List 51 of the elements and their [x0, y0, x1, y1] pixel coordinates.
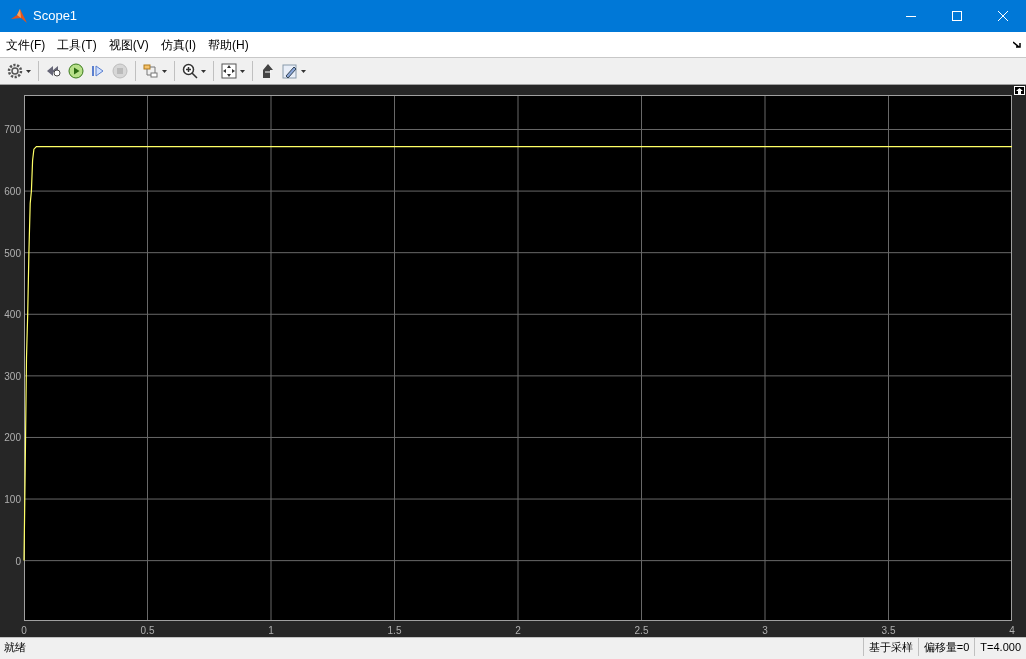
x-tick-label: 3.5	[881, 625, 896, 636]
style-pencil-icon	[282, 63, 298, 79]
stop-icon	[112, 63, 128, 79]
caret-icon	[26, 69, 31, 73]
x-tick-label: 2	[515, 625, 521, 636]
gear-icon	[7, 63, 23, 79]
close-icon	[998, 11, 1008, 21]
caret-icon	[301, 69, 306, 73]
caret-icon	[240, 69, 245, 73]
x-tick-label: 3	[762, 625, 768, 636]
window-title: Scope1	[33, 7, 78, 26]
y-tick-label: 200	[4, 432, 21, 444]
fit-button[interactable]	[218, 60, 248, 82]
y-tick-label: 500	[4, 247, 21, 259]
maximize-icon	[952, 11, 962, 21]
x-tick-label: 1	[268, 625, 274, 636]
x-tick-label: 1.5	[387, 625, 402, 636]
x-tick-label: 0.5	[140, 625, 155, 636]
run-icon	[68, 63, 84, 79]
up-arrow-icon	[1016, 87, 1023, 94]
rewind-icon	[46, 63, 62, 79]
menu-item[interactable]: 文件(F)	[1, 35, 51, 54]
y-tick-label: 600	[4, 186, 21, 198]
fit-to-view-icon	[221, 63, 237, 79]
menu-item[interactable]: 仿真(I)	[155, 35, 201, 54]
menu-item[interactable]: 帮助(H)	[203, 35, 254, 54]
y-tick-label: 400	[4, 309, 21, 321]
status-field: 偏移量=0	[917, 638, 975, 656]
undock-button[interactable]	[1014, 86, 1025, 95]
x-tick-label: 0	[21, 625, 27, 636]
zoom-in-icon	[182, 63, 198, 79]
caret-icon	[201, 69, 206, 73]
menu-item[interactable]: 工具(T)	[52, 35, 102, 54]
x-tick-label: 4	[1009, 625, 1015, 636]
cursor-icon	[260, 63, 276, 79]
menu-item[interactable]: 视图(V)	[103, 35, 154, 54]
status-message: 就绪	[4, 639, 26, 655]
y-tick-label: 100	[4, 494, 21, 506]
status-field: T=4.000	[974, 638, 1026, 656]
app-icon	[11, 9, 27, 23]
y-tick-label: 0	[15, 555, 21, 567]
y-tick-label: 700	[4, 124, 21, 136]
status-field: 基于采样	[862, 638, 918, 656]
dock-arrow-icon[interactable]	[1013, 40, 1022, 49]
y-tick-label: 300	[4, 370, 21, 382]
minimize-icon	[906, 15, 916, 17]
step-forward-icon	[90, 63, 106, 79]
x-tick-label: 2.5	[634, 625, 649, 636]
run-button[interactable]	[65, 60, 87, 82]
caret-icon	[162, 69, 167, 73]
signal-selector-icon	[143, 63, 159, 79]
